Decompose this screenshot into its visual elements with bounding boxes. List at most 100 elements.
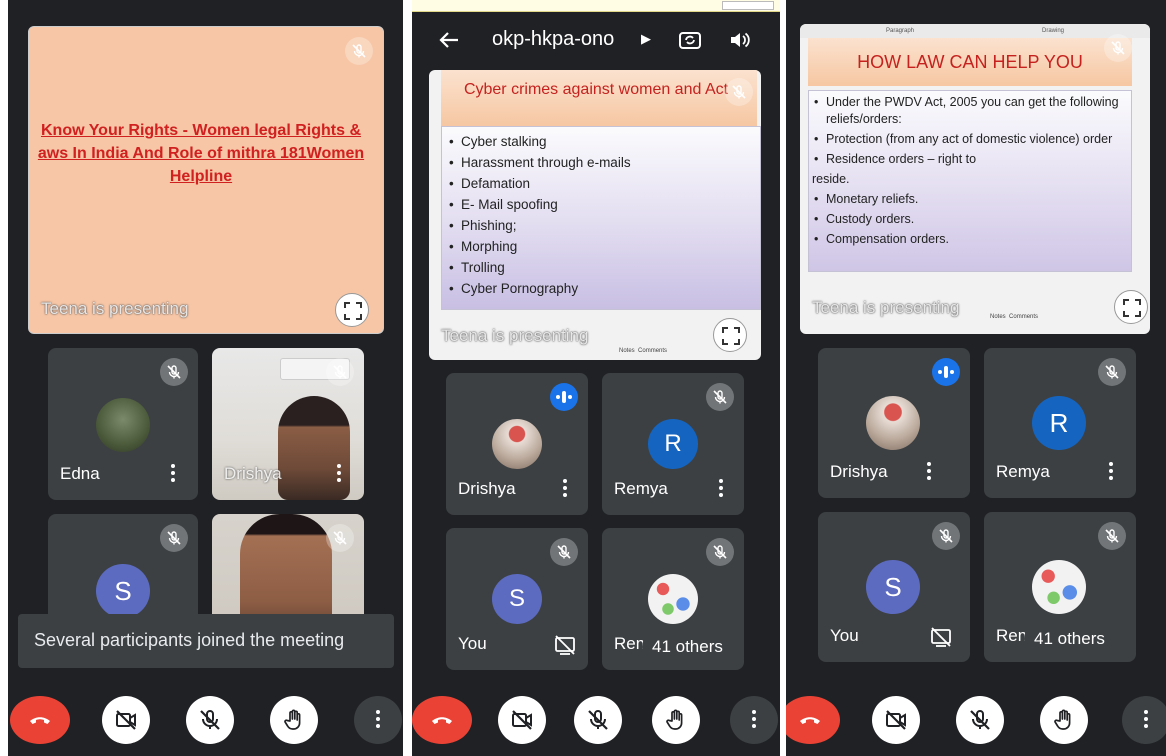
call-controls xyxy=(8,680,403,756)
presentation-tile[interactable]: Cyber crimes against women and Act Cyber… xyxy=(429,70,761,360)
slide-bullet: Harassment through e-mails xyxy=(447,152,747,173)
end-call-button[interactable] xyxy=(412,696,472,744)
raise-hand-button[interactable] xyxy=(1040,696,1088,744)
participant-tile-self[interactable]: S You xyxy=(446,528,588,670)
camera-off-button[interactable] xyxy=(102,696,150,744)
raise-hand-button[interactable] xyxy=(652,696,700,744)
fullscreen-icon[interactable] xyxy=(335,293,369,327)
toolbar-control xyxy=(722,1,774,10)
slide-bullet: Protection (from any act of domestic vio… xyxy=(812,131,1126,148)
presenting-label: Teena is presenting xyxy=(812,298,960,317)
slide-bullet: E- Mail spoofing xyxy=(447,194,747,215)
more-vert-icon xyxy=(1143,710,1149,730)
slide-bullet: Custody orders. xyxy=(812,211,1126,228)
video-frame xyxy=(278,396,350,500)
comments-label: Comments xyxy=(638,348,668,354)
avatar xyxy=(1032,560,1086,614)
mic-off-icon xyxy=(345,37,373,65)
more-vert-icon[interactable] xyxy=(562,479,568,499)
participant-tile-self[interactable]: S You xyxy=(818,512,970,662)
present-icon[interactable] xyxy=(930,626,952,648)
call-controls xyxy=(786,680,1166,756)
participant-name: Remya xyxy=(614,479,668,498)
participant-video-tile[interactable]: Drishya xyxy=(212,348,364,500)
mic-off-icon xyxy=(160,358,188,386)
switch-camera-icon[interactable] xyxy=(678,28,702,52)
mic-off-icon xyxy=(326,524,354,552)
mic-off-button[interactable] xyxy=(574,696,622,744)
call-controls xyxy=(412,680,780,756)
more-options-button[interactable] xyxy=(1122,696,1166,744)
more-options-button[interactable] xyxy=(354,696,402,744)
slide-title: HOW LAW CAN HELP YOU xyxy=(857,52,1083,72)
others-count-badge[interactable]: 41 others xyxy=(642,630,733,664)
participant-name: Drishya xyxy=(458,479,516,498)
presentation-tile[interactable]: Paragraph Drawing HOW LAW CAN HELP YOU U… xyxy=(800,24,1150,334)
more-vert-icon[interactable] xyxy=(336,464,342,484)
slide-bullet: Cyber Pornography xyxy=(447,278,747,299)
mic-off-button[interactable] xyxy=(186,696,234,744)
presentation-tile[interactable]: Know Your Rights - Women legal Rights & … xyxy=(28,26,384,334)
participant-tile[interactable]: Drishya xyxy=(446,373,588,515)
slide-bullet: Defamation xyxy=(447,173,747,194)
participant-name: Drishya xyxy=(224,464,282,483)
slide-bullet: Under the PWDV Act, 2005 you can get the… xyxy=(812,94,1126,128)
speaking-indicator-icon xyxy=(932,358,960,386)
present-icon[interactable] xyxy=(554,634,576,656)
participant-tile[interactable]: Rem 41 others xyxy=(602,528,744,670)
slide-footer: Notes Comments xyxy=(619,348,667,354)
more-vert-icon[interactable] xyxy=(1108,462,1114,482)
participant-name: You xyxy=(458,634,487,653)
avatar: R xyxy=(1032,396,1086,450)
participant-tile[interactable]: Rem 41 others xyxy=(984,512,1136,662)
comments-label: Comments xyxy=(1009,314,1039,320)
more-vert-icon[interactable] xyxy=(926,462,932,482)
participant-tile[interactable]: S xyxy=(48,514,198,624)
participant-tile[interactable]: Drishya xyxy=(818,348,970,498)
slide-footer: Notes Comments xyxy=(990,314,1038,320)
back-arrow-icon[interactable] xyxy=(438,29,460,51)
participant-tile[interactable]: R Remya xyxy=(602,373,744,515)
speaker-icon[interactable] xyxy=(728,28,752,52)
meet-screen-1: Know Your Rights - Women legal Rights & … xyxy=(8,0,403,756)
caret-right-icon[interactable]: ▶ xyxy=(641,31,651,47)
mic-off-button[interactable] xyxy=(956,696,1004,744)
mic-off-icon xyxy=(706,538,734,566)
mic-off-icon xyxy=(1098,522,1126,550)
fullscreen-icon[interactable] xyxy=(713,318,747,352)
notes-label: Notes xyxy=(990,314,1006,320)
drawing-label: Drawing xyxy=(1042,28,1065,34)
meet-screen-3: Paragraph Drawing HOW LAW CAN HELP YOU U… xyxy=(786,0,1166,756)
paragraph-label: Paragraph xyxy=(886,28,915,34)
more-vert-icon[interactable] xyxy=(170,464,176,484)
avatar: S xyxy=(866,560,920,614)
camera-off-button[interactable] xyxy=(498,696,546,744)
more-vert-icon[interactable] xyxy=(718,479,724,499)
participant-video-tile[interactable] xyxy=(212,514,364,624)
slide-title: Know Your Rights - Women legal Rights & … xyxy=(37,122,365,185)
slide-bullet: Compensation orders. xyxy=(812,231,1126,248)
end-call-button[interactable] xyxy=(10,696,70,744)
mic-off-icon xyxy=(1098,358,1126,386)
more-options-button[interactable] xyxy=(730,696,778,744)
mic-off-icon xyxy=(550,538,578,566)
participant-name: Edna xyxy=(60,464,100,483)
slide-title: Cyber crimes against women and Act xyxy=(463,81,729,98)
end-call-button[interactable] xyxy=(786,696,840,744)
fullscreen-icon[interactable] xyxy=(1114,290,1148,324)
notes-label: Notes xyxy=(619,348,635,354)
others-count-badge[interactable]: 41 others xyxy=(1024,622,1115,656)
slide-bullet: Morphing xyxy=(447,236,747,257)
slide-bullet: Residence orders – right to xyxy=(812,151,1126,168)
camera-off-button[interactable] xyxy=(872,696,920,744)
avatar xyxy=(96,398,150,452)
raise-hand-button[interactable] xyxy=(270,696,318,744)
participant-name: Drishya xyxy=(830,462,888,481)
slide-bullet: Cyber stalking xyxy=(447,131,747,152)
participant-tile[interactable]: Edna xyxy=(48,348,198,500)
meeting-code[interactable]: okp-hkpa-ono xyxy=(492,28,614,51)
speaking-indicator-icon xyxy=(550,383,578,411)
participant-tile[interactable]: R Remya xyxy=(984,348,1136,498)
mic-off-icon xyxy=(160,524,188,552)
participant-name: You xyxy=(830,626,859,645)
